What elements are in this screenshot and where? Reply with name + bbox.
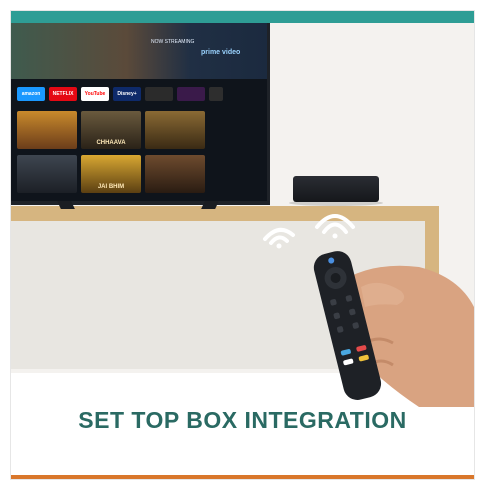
banner-title: SET TOP BOX INTEGRATION: [78, 407, 407, 433]
app-tile-youtube: YouTube: [81, 87, 109, 101]
app-tile: [177, 87, 205, 101]
television: NOW STREAMING prime video amazon NETFLIX…: [11, 23, 270, 205]
content-tile: [145, 111, 205, 149]
content-tile: JAI BHIM: [81, 155, 141, 193]
wifi-signal-icon: [315, 214, 355, 239]
hero-caption: NOW STREAMING: [151, 39, 195, 45]
app-tile: amazon: [17, 87, 45, 101]
product-image-card: NOW STREAMING prime video amazon NETFLIX…: [10, 10, 475, 480]
tv-app-row: amazon NETFLIX YouTube Disney+: [17, 87, 223, 103]
tv-hero-banner: NOW STREAMING prime video: [11, 23, 267, 79]
content-tile: CHHAAVA: [81, 111, 141, 149]
content-tile: [17, 155, 77, 193]
settings-app-icon: [209, 87, 223, 101]
app-tile-disney: Disney+: [113, 87, 141, 101]
app-tile: [145, 87, 173, 101]
remote-control-icon: [313, 251, 474, 407]
tv-tile-row: CHHAAVA: [17, 111, 205, 149]
app-tile-netflix: NETFLIX: [49, 87, 77, 101]
wifi-signal-icon: [263, 227, 295, 249]
tv-tile-row: JAI BHIM: [17, 155, 205, 193]
settop-box-icon: [293, 176, 379, 202]
top-accent-band: [11, 11, 474, 23]
bottom-accent-band: [11, 475, 474, 479]
content-tile: [145, 155, 205, 193]
hero-brand: prime video: [201, 49, 241, 56]
content-tile: [17, 111, 77, 149]
